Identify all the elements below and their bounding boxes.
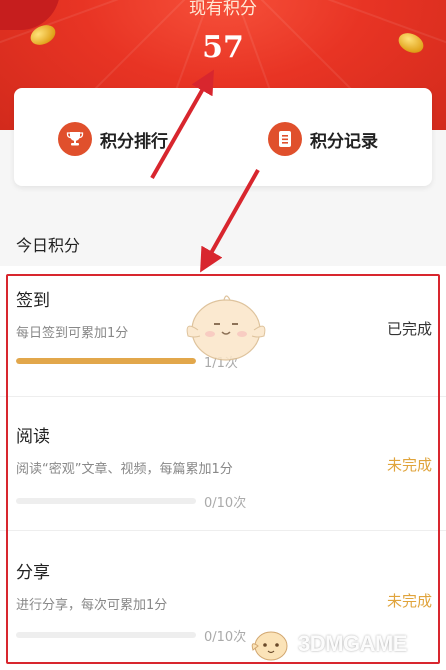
- progress-count: 0/10次: [204, 630, 247, 645]
- progress-fill: [16, 358, 196, 364]
- points-value: 57: [202, 30, 244, 65]
- task-description: 每日签到可累加1分: [16, 326, 129, 341]
- task-reading[interactable]: 阅读 阅读“密观”文章、视频，每篇累加1分 未完成 0/10次: [0, 400, 446, 531]
- section-title: 今日积分: [16, 236, 81, 255]
- points-record-button[interactable]: 积分记录: [268, 122, 378, 156]
- mascot-watermark: [186, 295, 266, 361]
- progress-bar: [16, 632, 196, 638]
- progress-bar: [16, 498, 196, 504]
- task-status: 未完成: [386, 456, 432, 474]
- task-name: 阅读: [16, 427, 50, 447]
- task-name: 分享: [16, 563, 50, 583]
- site-watermark: 3DMGAME: [250, 622, 440, 666]
- points-label: 现有积分: [189, 0, 257, 19]
- task-description: 阅读“密观”文章、视频，每篇累加1分: [16, 462, 233, 477]
- progress-bar: [16, 358, 196, 364]
- task-status: 已完成: [386, 320, 432, 338]
- points-record-label: 积分记录: [310, 131, 378, 152]
- watermark-text: 3DMGAME: [298, 631, 407, 656]
- document-icon: [268, 122, 302, 156]
- points-ranking-label: 积分排行: [100, 131, 168, 152]
- quick-actions-card: 积分排行 积分记录: [14, 88, 432, 186]
- trophy-icon: [58, 122, 92, 156]
- task-status: 未完成: [386, 592, 432, 610]
- mascot-logo-icon: [251, 631, 288, 661]
- points-ranking-button[interactable]: 积分排行: [58, 122, 168, 156]
- task-description: 进行分享，每次可累加1分: [16, 598, 168, 613]
- progress-count: 0/10次: [204, 496, 247, 511]
- task-name: 签到: [16, 291, 50, 311]
